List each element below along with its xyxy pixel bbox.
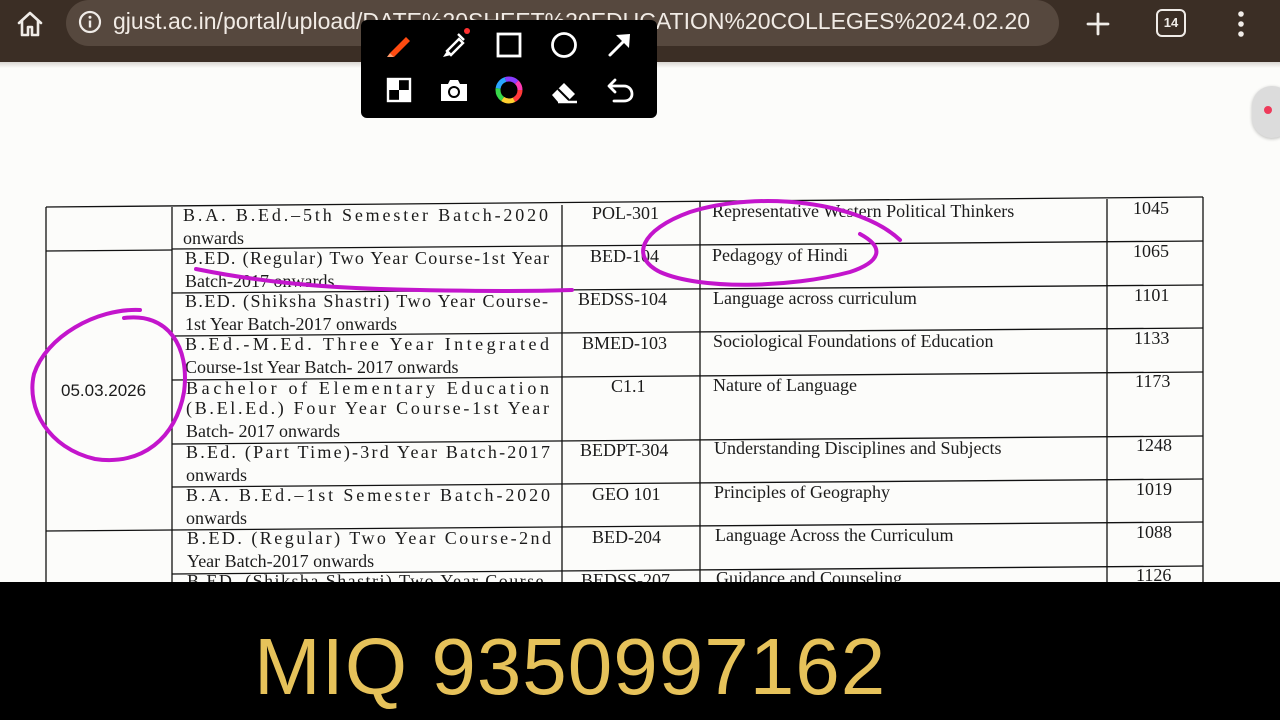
highlighter-icon[interactable] bbox=[437, 27, 471, 61]
table-row: B.ED. (Regular) Two Year Course-2nd Year… bbox=[187, 522, 1172, 571]
table-row: B.ED. (Regular) Two Year Course-1st Year… bbox=[185, 241, 1169, 291]
paper-code: BMED-103 bbox=[582, 333, 667, 353]
exam-date: 05.03.2026 bbox=[61, 381, 146, 400]
record-dot-icon bbox=[1264, 106, 1272, 114]
course-line: B.Ed.-M.Ed. Three Year Integrated bbox=[185, 334, 549, 354]
table-row: B.Ed.-M.Ed. Three Year Integrated Course… bbox=[185, 328, 1169, 377]
more-vert-icon[interactable] bbox=[1230, 8, 1252, 40]
course-line: B.ED. (Regular) Two Year Course-1st Year bbox=[185, 248, 549, 269]
course-line: (B.El.Ed.) Four Year Course-1st Year bbox=[186, 398, 549, 419]
course-line: B.ED. (Shiksha Shastri) Two Year Course- bbox=[187, 571, 551, 582]
paper-code: BEDPT-304 bbox=[580, 440, 668, 460]
document-viewer[interactable]: 05.03.2026 B.A. B.Ed.–5th Semester Batch… bbox=[0, 62, 1280, 582]
color-wheel-icon[interactable] bbox=[492, 73, 526, 107]
paper-number: 1045 bbox=[1133, 198, 1169, 218]
paper-code: BEDSS-104 bbox=[578, 289, 667, 309]
course-line: B.ED. (Regular) Two Year Course-2nd bbox=[187, 528, 551, 549]
paper-code: GEO 101 bbox=[592, 484, 661, 504]
paper-code: BEDSS-207 bbox=[581, 570, 670, 582]
paper-title: Nature of Language bbox=[713, 375, 857, 395]
home-icon[interactable] bbox=[14, 8, 46, 40]
paper-number: 1248 bbox=[1136, 435, 1172, 455]
mosaic-icon[interactable] bbox=[382, 73, 416, 107]
paper-code: C1.1 bbox=[611, 376, 646, 396]
paper-title: Language Across the Curriculum bbox=[715, 525, 953, 545]
paper-number: 1173 bbox=[1135, 371, 1170, 391]
paper-title: Principles of Geography bbox=[714, 482, 890, 502]
tab-count-button[interactable]: 14 bbox=[1156, 9, 1186, 37]
paper-title: Language across curriculum bbox=[713, 288, 917, 308]
camera-icon[interactable] bbox=[437, 73, 471, 107]
paper-code: POL-301 bbox=[592, 203, 659, 223]
course-line: Course-1st Year Batch- 2017 onwards bbox=[185, 357, 458, 377]
plus-icon[interactable] bbox=[1082, 8, 1114, 40]
course-line: onwards bbox=[183, 228, 244, 248]
course-line: onwards bbox=[186, 508, 247, 528]
paper-title: Guidance and Counseling bbox=[716, 568, 902, 582]
paper-number: 1019 bbox=[1136, 479, 1172, 499]
paper-number: 1133 bbox=[1134, 328, 1169, 348]
course-line: B.ED. (Shiksha Shastri) Two Year Course- bbox=[185, 291, 548, 312]
date-sheet-table: 05.03.2026 B.A. B.Ed.–5th Semester Batch… bbox=[30, 196, 1204, 582]
paper-number: 1088 bbox=[1136, 522, 1172, 542]
course-line: Year Batch-2017 onwards bbox=[187, 551, 374, 571]
table-row: B.ED. (Shiksha Shastri) Two Year Course-… bbox=[185, 285, 1169, 334]
paper-number: 1065 bbox=[1133, 241, 1169, 261]
course-line: onwards bbox=[186, 465, 247, 485]
info-icon[interactable] bbox=[78, 10, 102, 34]
rectangle-icon[interactable] bbox=[492, 27, 526, 61]
table-row: Bachelor of Elementary Education (B.El.E… bbox=[186, 371, 1170, 441]
pen-icon[interactable] bbox=[382, 27, 416, 61]
paper-number: 1126 bbox=[1136, 565, 1171, 582]
paper-code: BED-204 bbox=[592, 527, 661, 547]
table-row: B.Ed. (Part Time)-3rd Year Batch-2017 on… bbox=[186, 435, 1172, 485]
paper-title: Understanding Disciplines and Subjects bbox=[714, 438, 1001, 458]
circle-icon[interactable] bbox=[547, 27, 581, 61]
table-row: B.A. B.Ed.–5th Semester Batch-2020 onwar… bbox=[183, 198, 1169, 248]
course-line: Bachelor of Elementary Education bbox=[186, 378, 549, 398]
paper-title: Pedagogy of Hindi bbox=[712, 245, 848, 265]
contact-caption: MIQ 9350997162 bbox=[254, 622, 887, 711]
course-line: B.A. B.Ed.–1st Semester Batch-2020 bbox=[186, 485, 550, 505]
paper-title: Sociological Foundations of Education bbox=[713, 331, 993, 351]
undo-icon[interactable] bbox=[602, 73, 636, 107]
course-line: B.A. B.Ed.–5th Semester Batch-2020 bbox=[183, 205, 548, 225]
arrow-icon[interactable] bbox=[602, 27, 636, 61]
paper-number: 1101 bbox=[1134, 285, 1169, 305]
course-line: Batch- 2017 onwards bbox=[186, 421, 340, 441]
eraser-icon[interactable] bbox=[547, 73, 581, 107]
course-line: B.Ed. (Part Time)-3rd Year Batch-2017 bbox=[186, 442, 550, 463]
course-line: 1st Year Batch-2017 onwards bbox=[185, 314, 397, 334]
